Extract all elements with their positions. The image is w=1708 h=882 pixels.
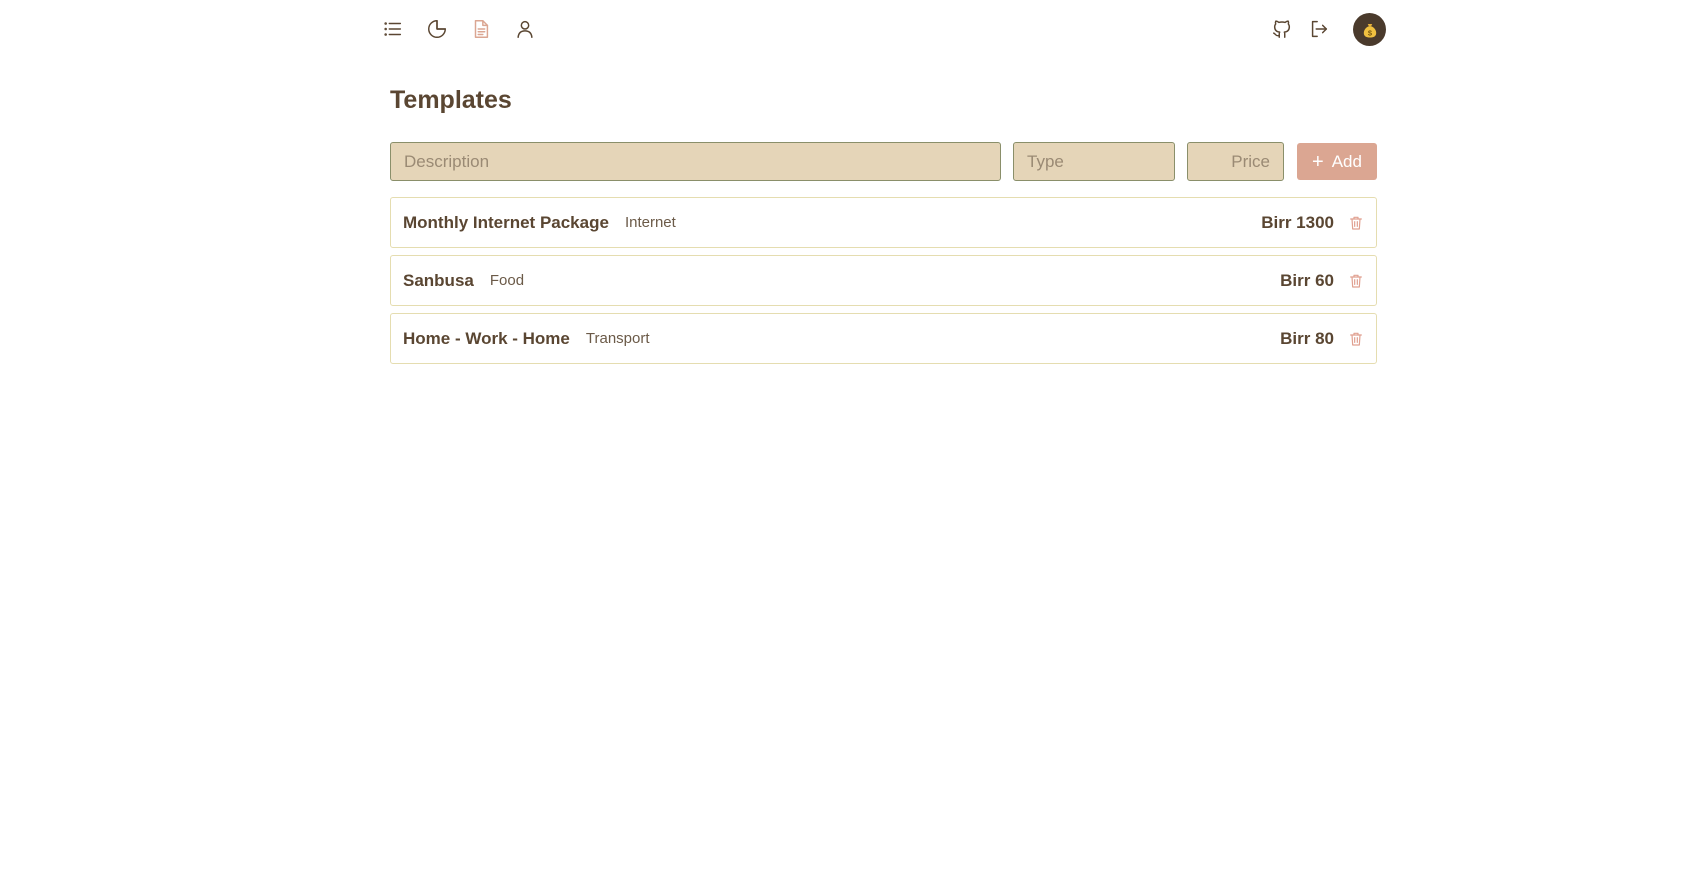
template-description: Home - Work - Home <box>403 328 570 348</box>
type-input[interactable]: Type <box>1013 142 1175 181</box>
avatar[interactable]: $ <box>1353 13 1386 46</box>
add-button[interactable]: + Add <box>1297 143 1377 180</box>
document-icon[interactable] <box>469 17 493 41</box>
template-description: Sanbusa <box>403 270 474 290</box>
template-price: Birr 1300 <box>1261 212 1334 232</box>
page-title: Templates <box>390 86 512 114</box>
type-placeholder: Type <box>1027 151 1064 171</box>
template-type: Transport <box>585 330 650 347</box>
trash-icon[interactable] <box>1348 215 1364 231</box>
template-row: Sanbusa Food Birr 60 <box>390 255 1377 306</box>
pie-chart-icon[interactable] <box>425 17 449 41</box>
plus-icon: + <box>1312 150 1324 173</box>
template-row: Monthly Internet Package Internet Birr 1… <box>390 197 1377 248</box>
logout-icon[interactable] <box>1307 17 1331 41</box>
money-bag-icon: $ <box>1361 21 1379 39</box>
template-row: Home - Work - Home Transport Birr 80 <box>390 313 1377 364</box>
template-type: Food <box>489 272 525 289</box>
template-type: Internet <box>624 214 676 231</box>
template-price: Birr 80 <box>1280 328 1334 348</box>
template-price: Birr 60 <box>1280 270 1334 290</box>
top-nav: $ <box>0 0 1708 58</box>
price-placeholder: Price <box>1231 151 1270 171</box>
price-input[interactable]: Price <box>1187 142 1284 181</box>
trash-icon[interactable] <box>1348 331 1364 347</box>
description-placeholder: Description <box>404 151 490 171</box>
user-icon[interactable] <box>513 17 537 41</box>
github-icon[interactable] <box>1270 17 1294 41</box>
description-input[interactable]: Description <box>390 142 1001 181</box>
trash-icon[interactable] <box>1348 273 1364 289</box>
list-icon[interactable] <box>381 17 405 41</box>
add-button-label: Add <box>1331 151 1362 171</box>
template-description: Monthly Internet Package <box>403 212 609 232</box>
